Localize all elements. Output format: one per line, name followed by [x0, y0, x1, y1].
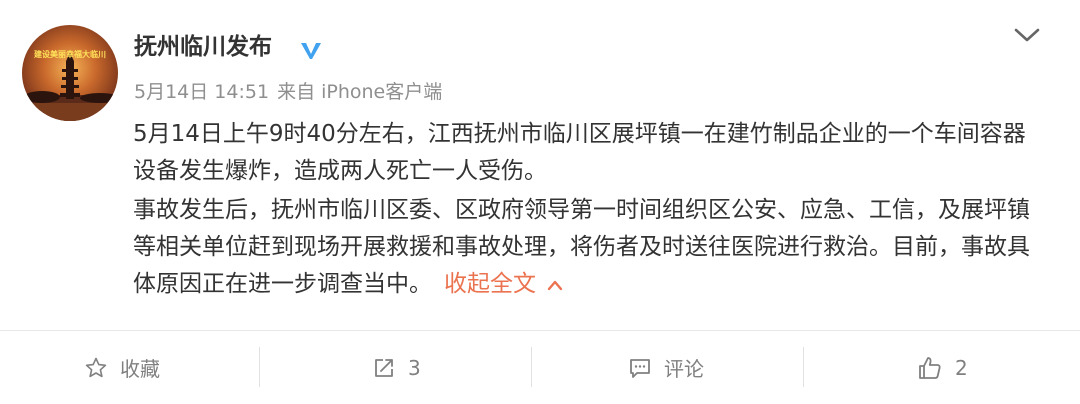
comment-bubble-icon — [630, 358, 650, 378]
favorite-label: 收藏 — [120, 357, 160, 381]
post-date: 5月14日 14:51 — [134, 81, 270, 103]
post-source[interactable]: 来自 iPhone客户端 — [277, 81, 442, 103]
post-paragraph: 5月14日上午9时40分左右，江西抚州市临川区展坪镇一在建竹制品企业的一个车间容… — [133, 121, 1026, 184]
avatar[interactable]: 建设美丽幸福大临川 — [22, 25, 118, 121]
collapse-label: 收起全文 — [444, 271, 536, 297]
avatar-image — [22, 25, 118, 121]
repost-button[interactable]: 3 — [372, 331, 421, 404]
collapse-button[interactable]: 收起全文 — [444, 266, 564, 303]
comment-label: 评论 — [664, 357, 704, 381]
divider — [259, 347, 260, 387]
post-paragraph: 事故发生后，抚州市临川区委、区政府领导第一时间组织区公安、应急、工信，及展坪镇等… — [133, 192, 1043, 303]
repost-count: 3 — [408, 355, 421, 380]
favorite-button[interactable]: 收藏 — [84, 331, 160, 404]
author-name[interactable]: 抚州临川发布 — [134, 30, 272, 64]
star-icon — [85, 357, 107, 377]
post-content: 5月14日上午9时40分左右，江西抚州市临川区展坪镇一在建竹制品企业的一个车间容… — [133, 116, 1043, 309]
thumbs-up-icon — [919, 356, 941, 379]
like-count: 2 — [955, 355, 968, 380]
chevron-up-icon — [547, 280, 563, 290]
comment-button[interactable]: 评论 — [628, 331, 704, 404]
verified-v-icon — [301, 43, 321, 59]
divider — [803, 347, 804, 387]
weibo-post-card: 建设美丽幸福大临川 抚州临川发布 5月14日 14:51 来自 iPhone客户端… — [0, 0, 1080, 404]
like-button[interactable]: 2 — [917, 331, 968, 404]
avatar-slogan: 建设美丽幸福大临川 — [34, 50, 106, 59]
share-arrow-icon — [375, 358, 393, 377]
post-meta: 5月14日 14:51 来自 iPhone客户端 — [134, 78, 450, 106]
chevron-down-icon[interactable] — [1012, 24, 1042, 46]
action-bar: 收藏 3 评论 2 — [0, 331, 1080, 404]
divider — [531, 347, 532, 387]
post-paragraph-text: 事故发生后，抚州市临川区委、区政府领导第一时间组织区公安、应急、工信，及展坪镇等… — [133, 197, 1030, 297]
